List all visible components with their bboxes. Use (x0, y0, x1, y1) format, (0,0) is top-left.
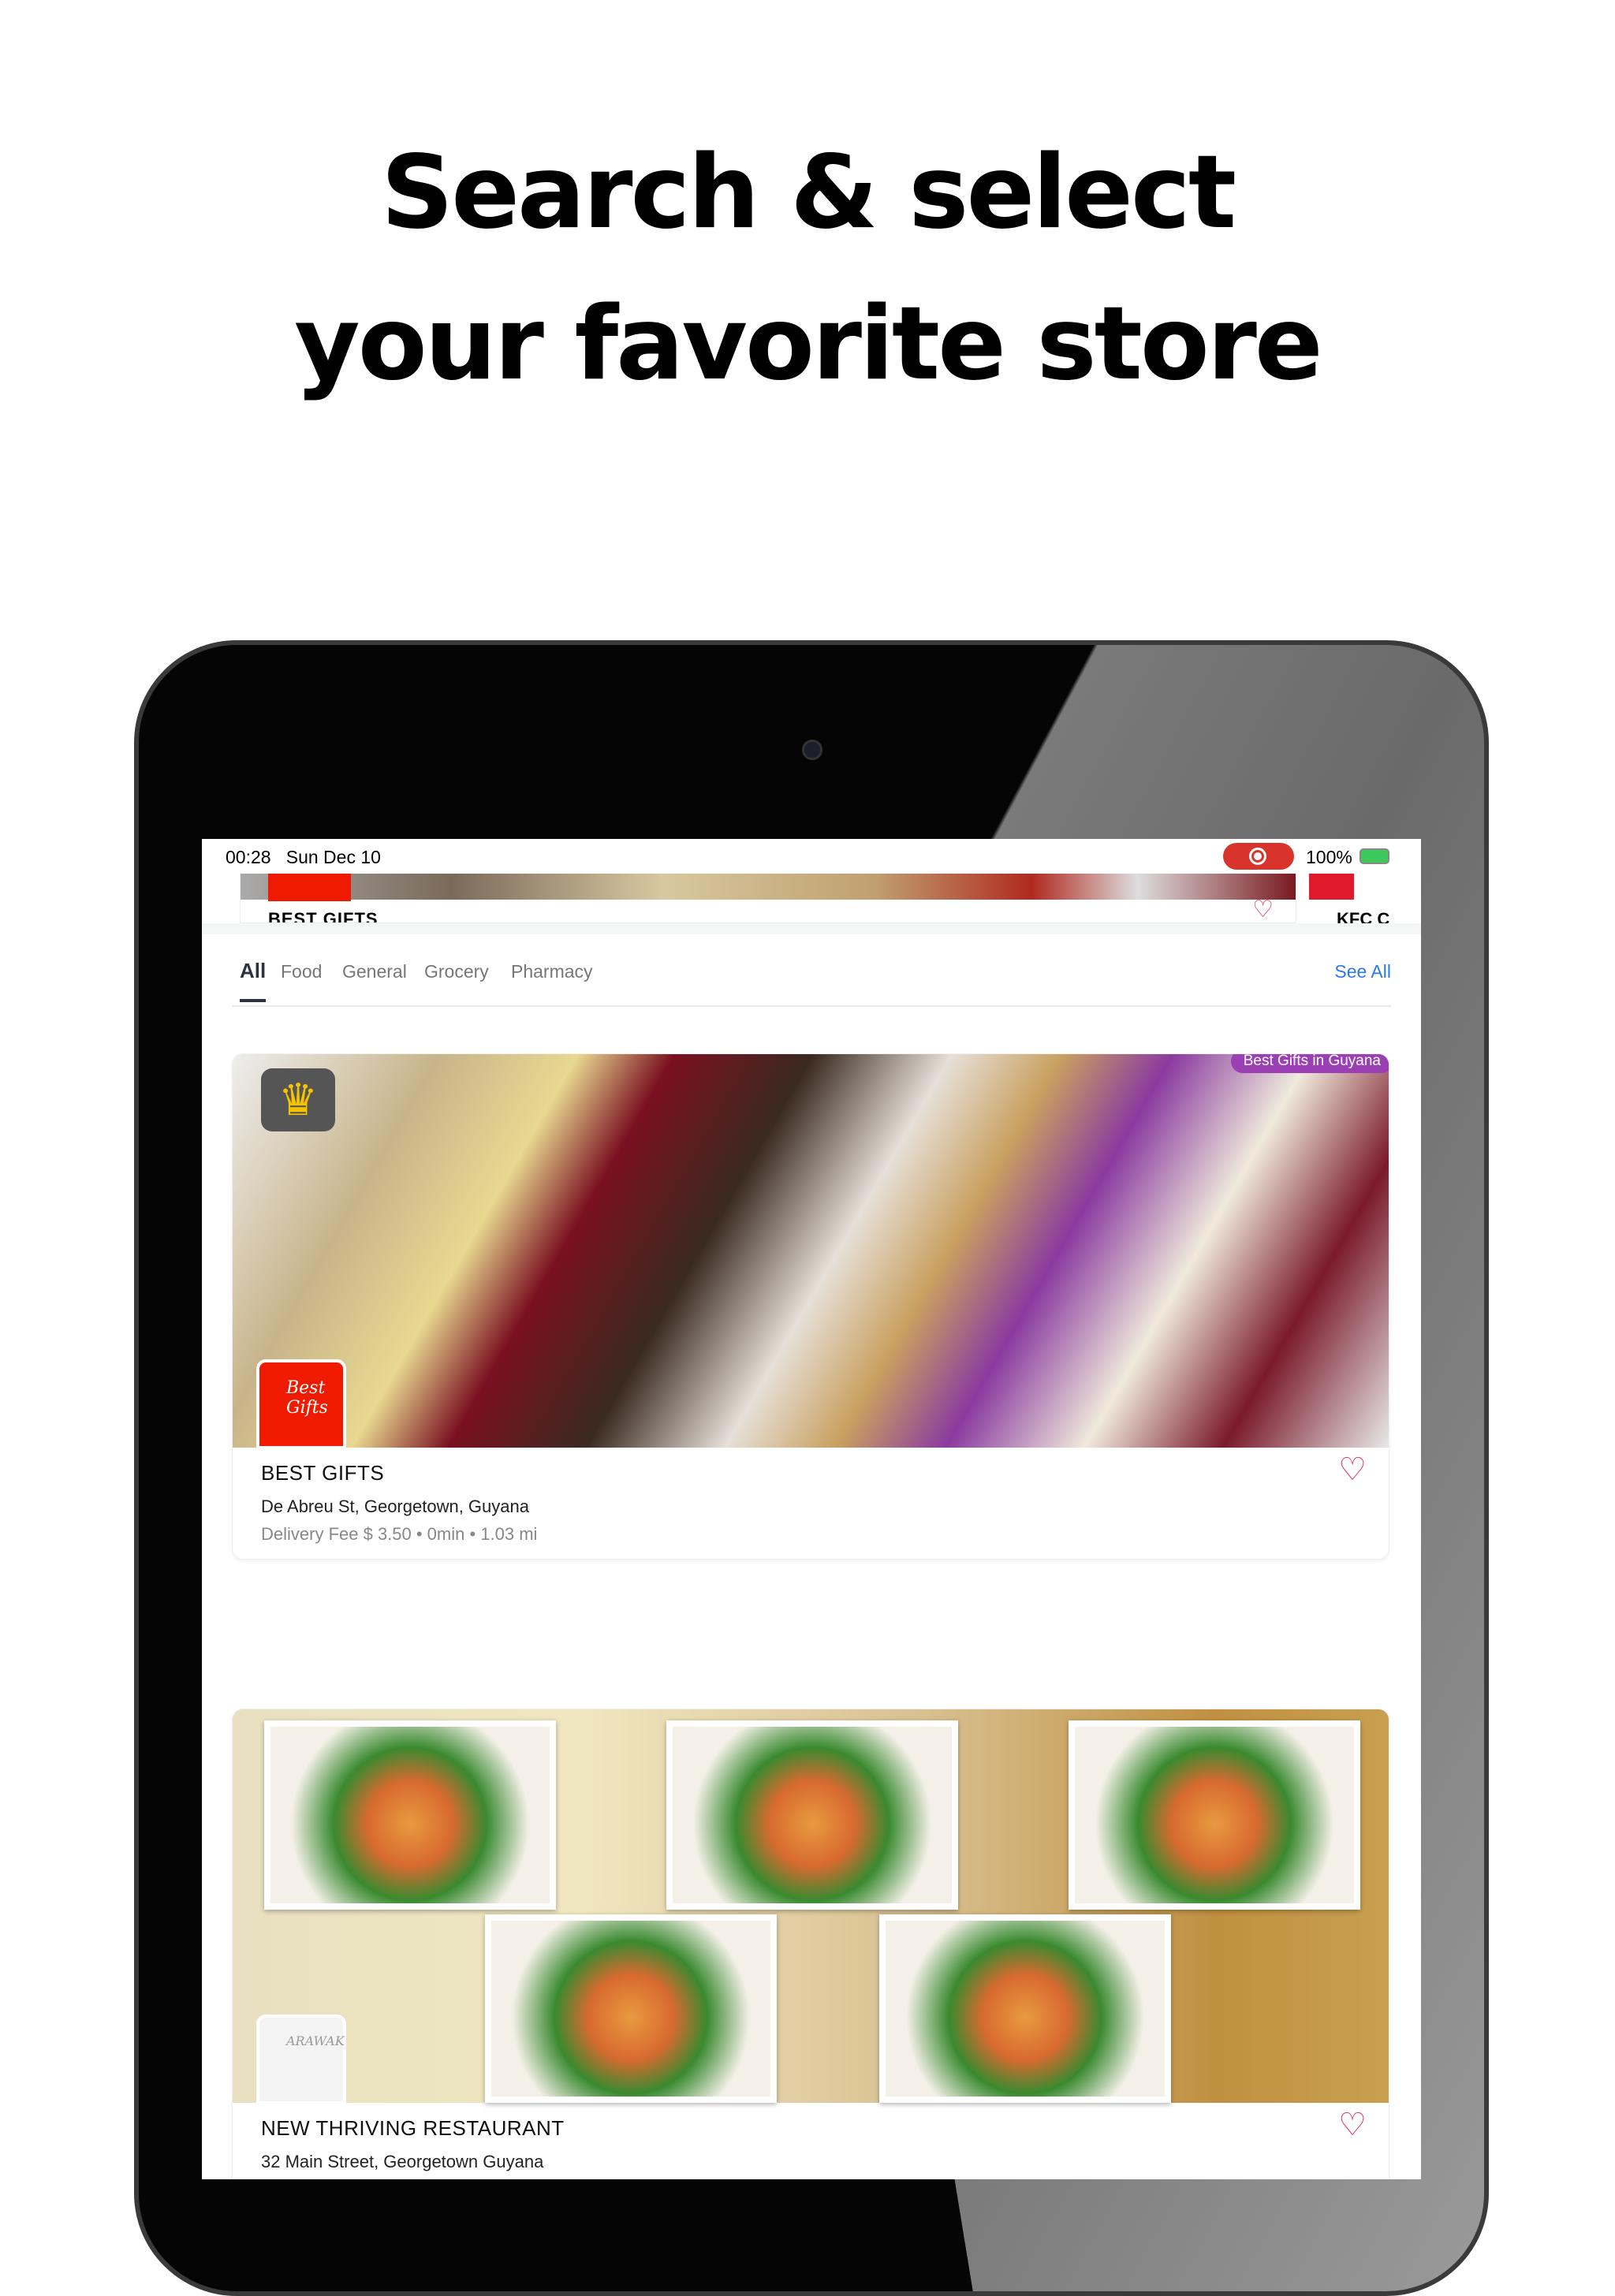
store-banner-image: ♛ Best Gifts (233, 1054, 1389, 1449)
store-banner-image: ARAWAK (233, 1709, 1389, 2104)
store-badge: Best Gifts in Guyana (1230, 1054, 1389, 1073)
headline-line1: Search & select (381, 134, 1236, 252)
store-card[interactable]: ARAWAK NEW THRIVING RESTAURANT 32 Main S… (232, 1709, 1389, 2179)
favorite-heart-icon[interactable]: ♡ (1338, 2107, 1367, 2143)
tab-grocery[interactable]: Grocery (424, 961, 489, 998)
store-logo: ARAWAK (256, 2015, 346, 2104)
category-tabs: All Food General Grocery Pharmacy See Al… (232, 959, 1391, 1007)
crown-icon: ♛ (261, 1068, 335, 1131)
heart-icon[interactable]: ♡ (1252, 896, 1274, 922)
store-card[interactable]: ♛ Best Gifts Best Gifts in Guyana BEST G… (232, 1053, 1389, 1560)
tab-food[interactable]: Food (281, 961, 322, 998)
store-address: 32 Main Street, Georgetown Guyana (261, 2152, 544, 2171)
headline-line2: your favorite store (294, 285, 1322, 403)
store-name: BEST GIFTS (261, 1461, 385, 1485)
store-delivery-info: Delivery Fee $ 3.50 • 0min • 1.03 mi (261, 1524, 538, 1544)
battery-percent: 100% (1306, 847, 1352, 867)
tab-pharmacy[interactable]: Pharmacy (511, 961, 593, 998)
store-card-collapsed[interactable]: BEST GIFTS ♡ (240, 874, 1296, 923)
store-address: De Abreu St, Georgetown, Guyana (261, 1496, 529, 1516)
divider (202, 923, 1421, 934)
favorite-heart-icon[interactable]: ♡ (1338, 1452, 1367, 1488)
store-logo: Best Gifts (256, 1359, 346, 1449)
battery-icon (1360, 848, 1389, 864)
tab-all[interactable]: All (240, 959, 267, 1002)
store-name: NEW THRIVING RESTAURANT (261, 2116, 565, 2140)
store-name: BEST GIFTS (268, 909, 379, 923)
screen-record-icon[interactable] (1223, 843, 1294, 870)
status-bar: 00:28 Sun Dec 10 100% (202, 839, 1421, 874)
tab-general[interactable]: General (342, 961, 407, 998)
app-screen: 00:28 Sun Dec 10 100% BEST GIFTS ♡ KFC C… (202, 839, 1421, 2179)
see-all-link[interactable]: See All (1334, 961, 1391, 982)
store-logo (268, 874, 351, 901)
store-name: KFC C (1337, 909, 1390, 923)
status-time: 00:28 Sun Dec 10 (226, 847, 381, 867)
camera-icon (802, 740, 822, 760)
store-card-collapsed[interactable]: KFC C (1309, 874, 1421, 923)
